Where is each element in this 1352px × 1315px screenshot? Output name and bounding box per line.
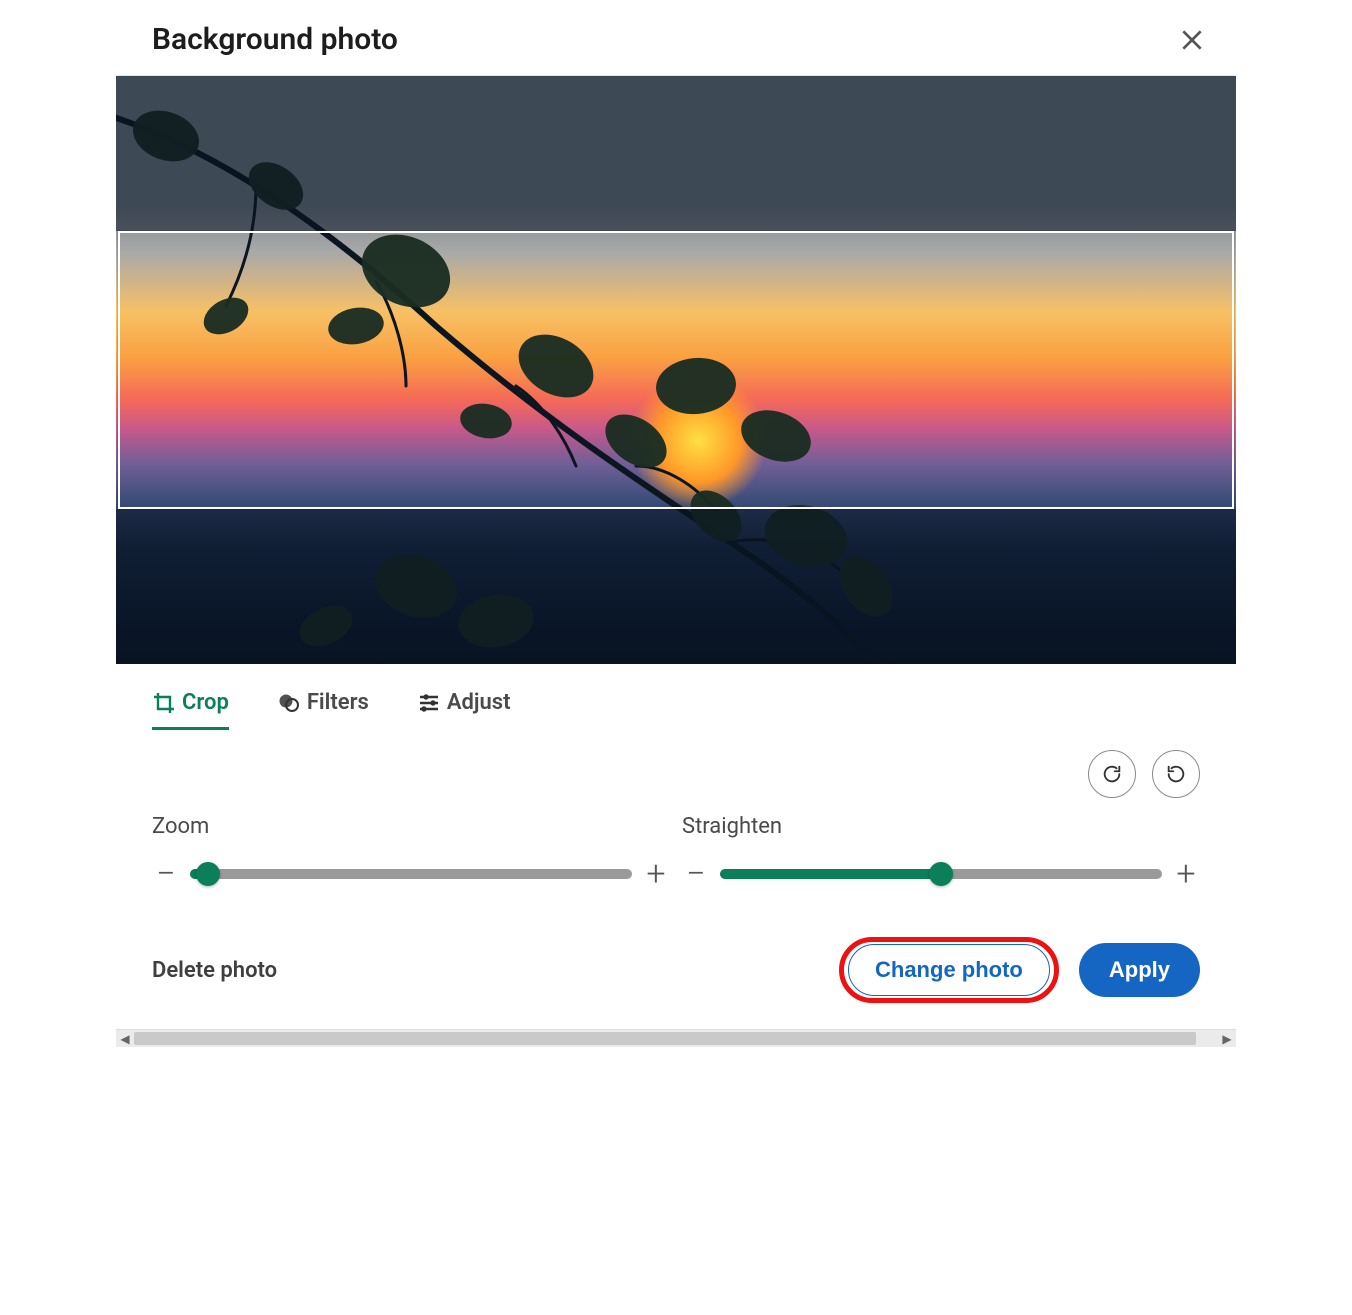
straighten-slider-thumb[interactable] [929,862,953,886]
slider-panel: Zoom − + Straighten − + [116,808,1236,915]
crop-dim-top [116,76,1236,231]
photo-canvas[interactable] [116,76,1236,664]
crop-icon [152,691,176,715]
rotate-clockwise-icon [1101,763,1123,785]
straighten-plus-button[interactable]: + [1172,857,1200,891]
tab-filters[interactable]: Filters [277,690,369,730]
apply-button[interactable]: Apply [1079,943,1200,997]
straighten-label: Straighten [682,814,1200,839]
tab-crop-label: Crop [182,690,229,715]
straighten-slider-fill [720,869,941,879]
rotate-clockwise-button[interactable] [1088,750,1136,798]
change-photo-highlight: Change photo [839,937,1059,1003]
zoom-slider-thumb[interactable] [196,862,220,886]
tab-adjust[interactable]: Adjust [417,690,511,730]
zoom-slider-group: Zoom − + [152,814,670,891]
rotate-buttons [116,730,1236,808]
tab-adjust-label: Adjust [447,690,511,715]
close-icon [1179,27,1205,53]
rotate-counterclockwise-button[interactable] [1152,750,1200,798]
scroll-left-arrow[interactable]: ◀ [116,1030,134,1047]
close-button[interactable] [1176,24,1208,56]
tab-crop[interactable]: Crop [152,690,229,730]
delete-photo-link[interactable]: Delete photo [152,958,277,983]
zoom-minus-button[interactable]: − [152,857,180,891]
change-photo-button[interactable]: Change photo [848,944,1050,996]
background-photo-modal: Background photo [116,4,1236,1029]
scroll-thumb[interactable] [134,1032,1196,1045]
zoom-slider[interactable] [190,869,632,879]
modal-footer: Delete photo Change photo Apply [116,915,1236,1029]
tab-filters-label: Filters [307,690,369,715]
zoom-plus-button[interactable]: + [642,857,670,891]
modal-header: Background photo [116,4,1236,76]
zoom-label: Zoom [152,814,670,839]
filters-icon [277,691,301,715]
scroll-right-arrow[interactable]: ▶ [1218,1030,1236,1047]
rotate-counterclockwise-icon [1165,763,1187,785]
adjust-icon [417,691,441,715]
modal-title: Background photo [152,22,398,57]
straighten-minus-button[interactable]: − [682,857,710,891]
crop-rectangle[interactable] [118,231,1234,509]
straighten-slider-group: Straighten − + [682,814,1200,891]
straighten-slider[interactable] [720,869,1162,879]
edit-tabs: Crop Filters Adjust [116,664,1236,730]
horizontal-scrollbar[interactable]: ◀ ▶ [116,1029,1236,1047]
crop-dim-bottom [116,509,1236,664]
